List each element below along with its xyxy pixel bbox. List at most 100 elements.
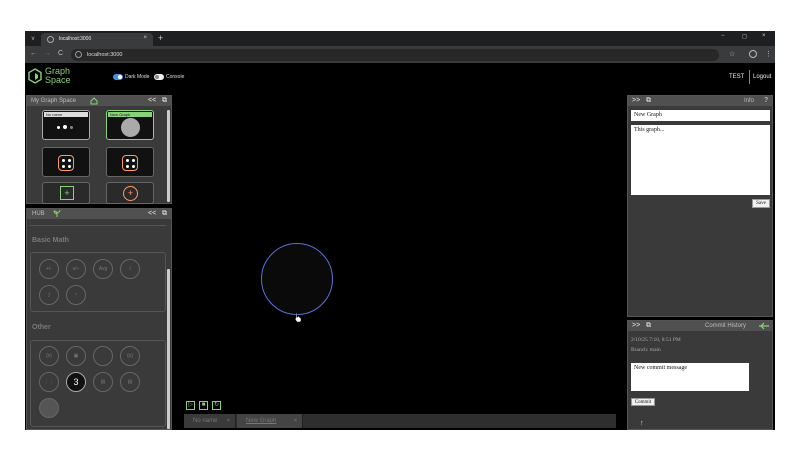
play-button[interactable]: ▷ (186, 401, 195, 410)
scroll-up-arrow-icon[interactable]: ↑ (640, 420, 644, 427)
app-logo-text[interactable]: Graph Space (45, 67, 71, 85)
expand-panel-icon[interactable]: ⧉ (162, 210, 167, 217)
new-tab-button[interactable]: + (158, 33, 163, 43)
git-branch-icon[interactable] (758, 322, 770, 330)
empty-node[interactable] (93, 346, 113, 366)
integral-node[interactable]: ∫ (39, 285, 59, 305)
graph-tab-bar: No name × New Graph × (184, 414, 616, 428)
variable-node[interactable]: {x} (39, 346, 59, 366)
tab-close-icon[interactable]: × (227, 418, 230, 424)
commit-button[interactable]: Commit (631, 398, 655, 406)
number-node[interactable]: 3 (66, 372, 86, 392)
panel-scrollbar[interactable] (167, 110, 170, 202)
my-graph-space-panel: My Graph Space << ⧉ No name New Graph + … (26, 95, 172, 204)
graph-tab-label: New Graph (246, 418, 277, 424)
forward-button[interactable]: → (44, 50, 51, 57)
tab-close-icon[interactable]: × (143, 35, 147, 41)
collapse-right-button[interactable]: >> (632, 97, 640, 104)
thumbnail-title: New Graph (108, 112, 152, 117)
collapse-left-button[interactable]: << (148, 97, 156, 104)
expand-panel-icon[interactable]: ⧉ (646, 97, 651, 104)
variable-node[interactable]: {x} (120, 346, 140, 366)
trash-node[interactable]: ▤ (93, 372, 113, 392)
info-header: >> ⧉ Info ? (628, 96, 772, 106)
info-title: Info (744, 98, 755, 104)
graph-thumbnail-dice[interactable] (42, 147, 90, 177)
home-icon[interactable] (90, 97, 98, 105)
graph-thumbnail-dice[interactable] (106, 147, 154, 177)
user-name: TEST (729, 74, 745, 80)
logo-line-2: Space (45, 75, 71, 85)
graph-thumbnail-no-name[interactable]: No name (42, 110, 90, 140)
console-toggle[interactable] (154, 74, 164, 80)
graph-thumbnail-new-graph[interactable]: New Graph (106, 110, 154, 140)
expand-panel-icon[interactable]: ⧉ (646, 322, 651, 329)
browser-tab-bar: v localhost:3000 × + − ◻ × (25, 31, 775, 46)
multiply-divide-node[interactable]: x/÷ (66, 259, 86, 279)
graph-tab-no-name[interactable]: No name × (184, 414, 236, 428)
commit-history-header: >> ⧉ Commit History (628, 321, 772, 331)
sprout-icon[interactable] (53, 210, 61, 218)
tab-search-button[interactable]: v (28, 34, 38, 44)
address-bar[interactable]: localhost:3000 (71, 49, 719, 61)
my-graph-space-title: My Graph Space (31, 98, 77, 104)
minimize-button[interactable]: − (721, 33, 725, 39)
url-text: localhost:3000 (87, 52, 123, 58)
dice-icon (58, 155, 74, 171)
tab-close-icon[interactable]: × (294, 418, 297, 424)
back-button[interactable]: ← (30, 50, 37, 57)
circle-node[interactable] (39, 398, 59, 418)
stop-button[interactable]: ■ (199, 401, 208, 410)
panel-scrollbar[interactable] (167, 269, 170, 429)
branch-label: Branch: main (631, 347, 661, 353)
new-graph-thumbnail[interactable]: + (42, 182, 90, 204)
new-graph-thumbnail[interactable]: + (106, 182, 154, 204)
save-button[interactable]: Save (752, 199, 770, 208)
refresh-button[interactable]: ↻ (212, 401, 221, 410)
bookmark-star-icon[interactable]: ☆ (729, 50, 735, 58)
close-window-button[interactable]: × (762, 33, 766, 39)
graph-tab-label: No name (193, 418, 218, 424)
info-panel: >> ⧉ Info ? New Graph This graph... Save (627, 95, 773, 317)
commit-history-title: Commit History (705, 323, 747, 329)
dice-node[interactable]: ⋮⋮ (39, 372, 59, 392)
my-graph-space-header: My Graph Space << ⧉ (27, 96, 171, 106)
profile-icon[interactable] (749, 50, 757, 58)
trash-node[interactable]: ▤ (120, 372, 140, 392)
browser-tab[interactable]: localhost:3000 × (41, 33, 153, 46)
graph-description-textarea[interactable]: This graph... (631, 125, 770, 195)
sqrt-node[interactable]: √ (120, 259, 140, 279)
browser-menu-icon[interactable]: ⋮ (765, 50, 772, 58)
collapse-left-button[interactable]: << (148, 210, 156, 217)
add-icon: + (60, 186, 74, 200)
browser-tab-title: localhost:3000 (59, 36, 92, 42)
average-node[interactable]: Avg (93, 259, 113, 279)
reload-button[interactable]: C (58, 50, 63, 57)
graph-name-input[interactable]: New Graph (631, 110, 770, 121)
curve-node[interactable]: ~ (66, 285, 86, 305)
console-label: Console (166, 74, 185, 80)
collapse-right-button[interactable]: >> (632, 322, 640, 329)
browser-window: v localhost:3000 × + − ◻ × ← → C localho… (25, 31, 775, 430)
commit-message-input[interactable]: New commit message (631, 363, 749, 391)
expand-panel-icon[interactable]: ⧉ (162, 97, 167, 104)
dark-mode-label: Dark Mode (125, 74, 150, 80)
add-subtract-node[interactable]: +/- (39, 259, 59, 279)
display-node[interactable]: ▣ (66, 346, 86, 366)
thumbnail-title: No name (44, 112, 88, 117)
other-group: {x} ▣ {x} ⋮⋮ 3 ▤ ▤ (30, 340, 166, 427)
dark-mode-toggle[interactable] (113, 74, 123, 80)
site-info-icon[interactable] (75, 51, 82, 58)
commit-timestamp: 2/10/25 7:10, 8:51 PM (631, 337, 681, 343)
circle-node-preview (121, 118, 140, 137)
canvas-circle-node[interactable] (261, 243, 333, 315)
hand-cursor-icon (294, 312, 302, 323)
address-bar-row: ← → C localhost:3000 ☆ ⋮ (25, 46, 775, 63)
restore-button[interactable]: ◻ (742, 33, 747, 40)
graph-tab-new-graph[interactable]: New Graph × (237, 414, 303, 428)
graph-space-app: Graph Space Dark Mode Console TEST Logou… (25, 63, 775, 430)
basic-math-group: +/- x/÷ Avg √ ∫ ~ (30, 252, 166, 312)
logout-button[interactable]: Logout (753, 74, 771, 80)
section-title-basic-math: Basic Math (32, 237, 69, 244)
help-icon[interactable]: ? (764, 97, 768, 104)
